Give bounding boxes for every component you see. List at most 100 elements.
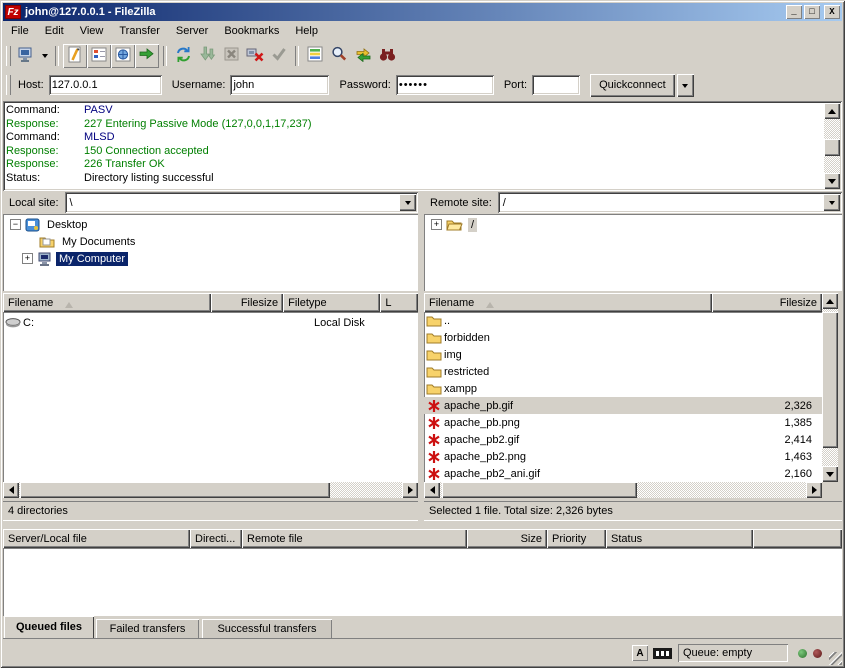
toolbar-separator [295,46,299,66]
resize-grip[interactable] [829,652,842,665]
drive-icon [3,317,23,329]
minimize-button[interactable]: _ [786,5,802,19]
tab-queued-files[interactable]: Queued files [4,616,94,638]
column-filesize[interactable]: Filesize [712,293,822,312]
quickconnect-button[interactable]: Quickconnect [590,74,675,97]
menu-edit[interactable]: Edit [37,23,72,39]
synchronized-browsing-button[interactable] [351,44,375,68]
scroll-down-button[interactable] [822,466,838,482]
local-file-list: C: Local Disk [3,312,418,482]
remote-list-hscrollbar[interactable] [424,482,822,498]
cancel-button[interactable] [219,44,243,68]
process-queue-button[interactable] [195,44,219,68]
local-site-combo[interactable]: \ [65,192,418,213]
menu-bookmarks[interactable]: Bookmarks [216,23,287,39]
menu-help[interactable]: Help [287,23,326,39]
column-priority[interactable]: Priority [547,529,606,548]
scroll-up-button[interactable] [822,293,838,309]
host-input[interactable] [49,75,162,95]
remote-file-row[interactable]: forbidden [424,329,822,346]
port-input[interactable] [532,75,580,95]
send-led-icon [813,649,822,658]
column-filename[interactable]: Filename [424,293,712,312]
scroll-left-button[interactable] [424,482,440,498]
tree-item-desktop[interactable]: − Desktop [3,214,418,233]
menu-server[interactable]: Server [168,23,216,39]
toggle-queue-button[interactable] [135,44,159,68]
menu-view[interactable]: View [72,23,112,39]
quickbar-grip[interactable] [6,75,11,95]
column-filesize[interactable]: Filesize [211,293,284,312]
expand-icon[interactable]: + [431,219,442,230]
maximize-button[interactable]: □ [804,5,820,19]
local-site-dropdown[interactable] [399,194,416,211]
tree-item-root[interactable]: + / [424,214,842,233]
refresh-button[interactable] [171,44,195,68]
directory-comparison-button[interactable] [327,44,351,68]
local-list-hscrollbar[interactable] [3,482,418,498]
column-filename[interactable]: Filename [3,293,211,312]
collapse-icon[interactable]: − [10,219,21,230]
expand-icon[interactable]: + [22,253,33,264]
folder-icon [424,331,444,344]
column-status[interactable]: Status [606,529,753,548]
tree-item-my-computer[interactable]: + My Computer [3,250,418,267]
scroll-thumb[interactable] [20,482,330,498]
remote-file-row[interactable]: apache_pb2.gif 2,414 [424,431,822,448]
local-list-header: Filename Filesize Filetype L [3,293,418,312]
quickconnect-dropdown[interactable] [677,74,694,97]
find-files-button[interactable] [375,44,399,68]
scroll-right-button[interactable] [806,482,822,498]
tab-failed-transfers[interactable]: Failed transfers [96,619,199,638]
column-filetype[interactable]: Filetype [283,293,380,312]
remote-site-dropdown[interactable] [823,194,840,211]
folder-icon [424,365,444,378]
column-server-local-file[interactable]: Server/Local file [3,529,190,548]
close-button[interactable]: X [824,5,840,19]
site-manager-dropdown[interactable] [38,44,51,68]
tab-successful-transfers[interactable]: Successful transfers [202,619,332,638]
remote-file-row[interactable]: apache_pb2.png 1,463 [424,448,822,465]
cancel-icon [224,47,239,64]
remote-file-row[interactable]: .. [424,312,822,329]
column-last-modified[interactable]: L [380,293,418,312]
remote-file-row[interactable]: apache_pb2_ani.gif 2,160 [424,465,822,482]
scroll-thumb[interactable] [822,312,838,448]
remote-file-row[interactable]: restricted [424,363,822,380]
disconnect-button[interactable] [243,44,267,68]
tree-item-my-documents[interactable]: My Documents [3,233,418,250]
queue-list[interactable] [3,548,842,616]
toggle-log-button[interactable] [63,44,87,68]
quickconnect-button-label: Quickconnect [599,79,666,91]
remote-file-row[interactable]: img [424,346,822,363]
menu-file[interactable]: File [3,23,37,39]
local-file-row[interactable]: C: Local Disk [3,312,418,331]
remote-file-row[interactable]: apache_pb.png 1,385 [424,414,822,431]
file-size: 2,160 [712,468,822,480]
filter-button[interactable] [303,44,327,68]
column-direction[interactable]: Directi... [190,529,242,548]
column-remote-file[interactable]: Remote file [242,529,467,548]
remote-file-row-selected[interactable]: apache_pb.gif 2,326 [424,397,822,414]
remote-file-row[interactable]: xampp [424,380,822,397]
scroll-right-button[interactable] [402,482,418,498]
log-scrollbar[interactable] [824,103,840,189]
scroll-left-button[interactable] [3,482,19,498]
toggle-local-tree-button[interactable] [87,44,111,68]
password-input[interactable] [396,75,494,95]
toggle-remote-tree-button[interactable] [111,44,135,68]
remote-list-scrollbar[interactable] [822,293,838,482]
scroll-thumb[interactable] [442,482,637,498]
toolbar-grip[interactable] [6,46,11,66]
scroll-thumb[interactable] [824,139,840,156]
folder-icon [424,348,444,361]
site-manager-button[interactable] [14,44,38,68]
column-size[interactable]: Size [467,529,547,548]
remote-site-combo[interactable]: / [498,192,842,213]
menu-transfer[interactable]: Transfer [111,23,168,39]
scroll-down-button[interactable] [824,173,840,189]
scroll-up-button[interactable] [824,103,840,119]
reconnect-button[interactable] [267,44,291,68]
filezilla-app-icon: Fz [5,5,21,19]
username-input[interactable] [230,75,329,95]
